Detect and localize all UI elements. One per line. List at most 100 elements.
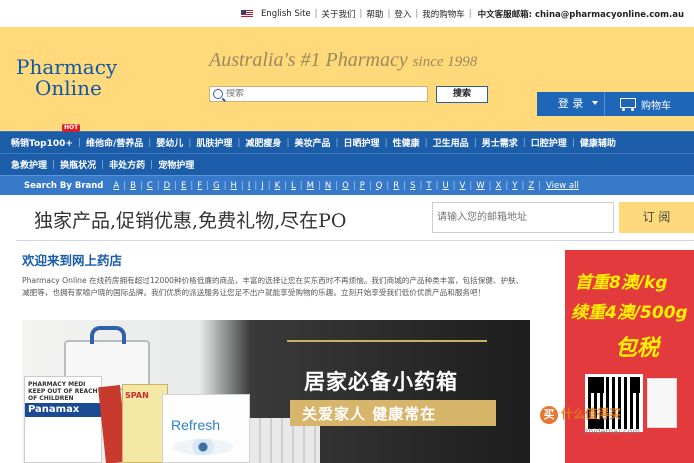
welcome-description: Pharmacy Online 在线药房拥有超过12000种价格低廉的商品，丰富… bbox=[22, 276, 524, 297]
brand-letter[interactable]: X bbox=[492, 181, 506, 191]
promo-bar: 独家产品,促销优惠,免费礼物,尽在PO 订 阅 bbox=[0, 199, 694, 242]
welcome-heading: 欢迎来到网上药店 bbox=[22, 253, 123, 268]
nav-item-skincare[interactable]: 肌肤护理 bbox=[191, 136, 237, 149]
brand-letter[interactable]: G bbox=[209, 181, 224, 191]
ad-line3: 包税 bbox=[615, 336, 660, 361]
box1-brand: Panamax bbox=[25, 403, 101, 417]
banner-subline: 关爱家人 健康常在 bbox=[302, 405, 437, 423]
brand-letter[interactable]: W bbox=[472, 181, 488, 191]
logo-line1: Pharmacy bbox=[16, 55, 118, 79]
banner-headline: 居家必备小药箱 bbox=[304, 370, 458, 394]
brand-letter[interactable]: N bbox=[321, 181, 335, 191]
us-flag-icon bbox=[240, 9, 253, 18]
brand-letter[interactable]: R bbox=[389, 181, 403, 191]
ad-line1: 首重8澳/kg bbox=[575, 273, 668, 293]
tagline-since: since 1998 bbox=[412, 54, 478, 70]
search-icon bbox=[213, 89, 223, 99]
category-nav: HOT 畅销Top100+ | 维他命/营养品 | 婴幼儿 | 肌肤护理 | 减肥瘦身 |… bbox=[0, 124, 694, 175]
kit-handle bbox=[90, 326, 126, 344]
tagline-main: Australia's #1 Pharmacy bbox=[209, 49, 408, 71]
about-us-link[interactable]: 关于我们 bbox=[318, 8, 360, 20]
english-site-link[interactable]: English Site bbox=[257, 9, 315, 19]
nav-item-status[interactable]: 换瓶状况 bbox=[55, 158, 101, 171]
refresh-box-image: Refresh bbox=[162, 394, 250, 463]
cart-label: 购物车 bbox=[641, 100, 671, 112]
box3-brand: Refresh bbox=[171, 417, 221, 433]
brand-letter[interactable]: K bbox=[271, 181, 285, 191]
product-thumbnail bbox=[647, 378, 677, 428]
search-input[interactable] bbox=[226, 89, 416, 99]
search-button[interactable]: 搜索 bbox=[436, 86, 488, 103]
nav-item-oral[interactable]: 口腔护理 bbox=[526, 136, 572, 149]
banner-subline-band: 关爱家人 健康常在 bbox=[290, 400, 496, 426]
cart-icon bbox=[617, 97, 637, 111]
panamax-box-image: PHARMACY MEDI KEEP OUT OF REACH OF CHILD… bbox=[24, 376, 102, 463]
brand-letter[interactable]: L bbox=[287, 181, 300, 191]
brand-letter[interactable]: I bbox=[244, 181, 255, 191]
view-all-brands-link[interactable]: View all bbox=[541, 181, 579, 191]
watermark-text: 什么值得买 bbox=[561, 407, 622, 421]
nav-item-pet[interactable]: 宠物护理 bbox=[153, 158, 199, 171]
site-watermark: 买什么值得买 zhidemai.com bbox=[540, 405, 640, 436]
contact-email: 中文客服邮箱: china@pharmacyonline.com.au bbox=[477, 9, 684, 20]
brand-letter[interactable]: F bbox=[193, 181, 206, 191]
nav-item-vitamins[interactable]: 维他命/营养品 bbox=[81, 136, 148, 149]
brand-letter[interactable]: Q bbox=[372, 181, 387, 191]
login-link[interactable]: 登入 bbox=[390, 8, 415, 20]
eye-image bbox=[173, 439, 233, 455]
nav-item-hygiene[interactable]: 卫生用品 bbox=[428, 136, 474, 149]
brand-bar-label: Search By Brand bbox=[24, 180, 104, 191]
brand-letter[interactable]: C bbox=[143, 181, 157, 191]
nav-item-sexual-health[interactable]: 性健康 bbox=[388, 136, 425, 149]
brand-letter[interactable]: P bbox=[356, 181, 369, 191]
promo-text: 独家产品,促销优惠,免费礼物,尽在PO bbox=[34, 210, 347, 232]
brand-letter[interactable]: Y bbox=[508, 181, 521, 191]
nav-item-weightloss[interactable]: 减肥瘦身 bbox=[240, 136, 286, 149]
brand-letter[interactable]: Z bbox=[524, 181, 538, 191]
logo[interactable]: Pharmacy Online bbox=[16, 57, 126, 99]
brand-letter[interactable]: S bbox=[406, 181, 419, 191]
medicine-kit-banner[interactable]: PHARMACY MEDI KEEP OUT OF REACH OF CHILD… bbox=[22, 320, 530, 463]
brand-letter[interactable]: D bbox=[160, 181, 175, 191]
nav-item-health-aid[interactable]: 健康辅助 bbox=[575, 136, 621, 149]
brand-letter[interactable]: M bbox=[303, 181, 318, 191]
login-button[interactable]: 登 录 bbox=[537, 92, 605, 116]
brand-letter[interactable]: V bbox=[456, 181, 470, 191]
email-input[interactable] bbox=[432, 202, 614, 233]
hot-badge: HOT bbox=[62, 124, 81, 132]
watermark-url: zhidemai.com bbox=[584, 427, 641, 436]
divider bbox=[16, 240, 694, 241]
help-link[interactable]: 帮助 bbox=[362, 8, 387, 20]
nav-item-baby[interactable]: 婴幼儿 bbox=[151, 136, 188, 149]
top-utility-bar: English Site | 关于我们 | 帮助 | 登入 | 我的购物车 | … bbox=[0, 0, 694, 27]
brand-bar: Search By Brand A | B | C | D | E | F | G | H | … bbox=[0, 175, 694, 195]
brand-letter[interactable]: O bbox=[338, 181, 353, 191]
logo-line2: Online bbox=[35, 76, 102, 100]
search-box bbox=[209, 86, 428, 102]
box1-text: PHARMACY MEDI KEEP OUT OF REACH OF CHILD… bbox=[28, 381, 98, 402]
brand-letter[interactable]: U bbox=[438, 181, 452, 191]
my-cart-link[interactable]: 我的购物车 bbox=[418, 8, 469, 20]
brand-letter[interactable]: A bbox=[109, 181, 123, 191]
nav-item-beauty[interactable]: 美妆产品 bbox=[289, 136, 335, 149]
nav-item-otc[interactable]: 非处方药 bbox=[104, 158, 150, 171]
ad-line2: 续重4澳/500g bbox=[571, 303, 688, 323]
tagline: Australia's #1 Pharmacy since 1998 bbox=[209, 49, 477, 72]
nav-item-suncare[interactable]: 日晒护理 bbox=[339, 136, 385, 149]
nav-row-1: HOT 畅销Top100+ | 维他命/营养品 | 婴幼儿 | 肌肤护理 | 减肥瘦身 |… bbox=[0, 124, 694, 153]
nav-item-mens[interactable]: 男士需求 bbox=[477, 136, 523, 149]
header: Pharmacy Online Australia's #1 Pharmacy … bbox=[0, 27, 694, 131]
brand-letter[interactable]: B bbox=[126, 181, 140, 191]
brand-letter[interactable]: J bbox=[257, 181, 268, 191]
nav-item-top100[interactable]: 畅销Top100+ bbox=[6, 136, 78, 149]
cart-button[interactable]: 购物车 bbox=[605, 97, 671, 112]
account-bar: 登 录 购物车 bbox=[537, 92, 694, 116]
nav-item-firstaid[interactable]: 急救护理 bbox=[6, 158, 52, 171]
subscribe-button[interactable]: 订 阅 bbox=[619, 202, 694, 233]
brand-letter[interactable]: T bbox=[422, 181, 435, 191]
brand-letter[interactable]: H bbox=[227, 181, 241, 191]
chevron-down-icon bbox=[592, 101, 598, 105]
page: English Site | 关于我们 | 帮助 | 登入 | 我的购物车 | … bbox=[0, 0, 694, 463]
nav-row-2: 急救护理 | 换瓶状况 | 非处方药 | 宠物护理 bbox=[0, 153, 694, 175]
brand-letter[interactable]: E bbox=[177, 181, 190, 191]
